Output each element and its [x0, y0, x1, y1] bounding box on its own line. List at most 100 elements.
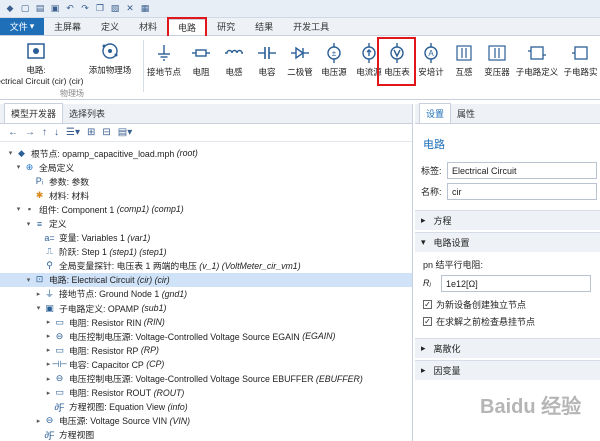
back-icon[interactable]: ←	[8, 127, 18, 138]
expand-toggle-icon[interactable]: ▸	[44, 375, 53, 383]
checkbox-create-nodes[interactable]: ✓ 为新设备创建独立节点	[415, 298, 600, 311]
section-equation[interactable]: ▸ 方程	[415, 210, 600, 230]
tree-item-equation-view-2[interactable]: ∂Ƒ 方程视图	[0, 428, 412, 441]
tree-item-probe[interactable]: ⚲ 全局变量探针: 电压表 1 两端的电压 (v_1) (VoltMeter_ci…	[0, 259, 412, 273]
tree-item-resistor-rp[interactable]: ▸ ▭ 电阻: Resistor RP (RP)	[0, 343, 412, 357]
subcircuit-definition-button[interactable]: 子电路定义	[515, 42, 559, 78]
tree-item-global-definitions[interactable]: ▾ ⊕ 全局定义	[0, 160, 412, 174]
section-discretization[interactable]: ▸ 离散化	[415, 338, 600, 358]
file-menu-button[interactable]: 文件 ▾	[0, 18, 44, 35]
move-down-icon[interactable]: ↓	[54, 127, 59, 138]
more-options-icon[interactable]: ▤▾	[118, 127, 132, 138]
tab-results[interactable]: 结果	[245, 18, 283, 35]
model-builder-panel: 模型开发器 选择列表 ← → ↑ ↓ ☰▾ ⊞ ⊟ ▤▾ ▾ ◆ 根节点: opam…	[0, 103, 413, 441]
tab-properties[interactable]: 属性	[451, 104, 481, 123]
section-circuit-settings[interactable]: ▾ 电路设置	[415, 232, 600, 252]
watermark: Baidu 经验	[480, 396, 582, 418]
tree-item-vcvs-ebuffer[interactable]: ▸ ⊖ 电压控制电压源: Voltage-Controlled Voltage So…	[0, 372, 412, 386]
voltage-source-icon: ±	[323, 42, 345, 64]
variables-icon: a=	[44, 232, 55, 243]
tab-developer[interactable]: 开发工具	[283, 18, 339, 35]
ground-icon: ⏚	[44, 289, 54, 300]
collapse-toggle-icon[interactable]: ▾	[24, 276, 33, 284]
collapse-all-icon[interactable]: ⊟	[102, 127, 110, 138]
tab-definitions[interactable]: 定义	[91, 18, 129, 35]
move-up-icon[interactable]: ↑	[42, 127, 47, 138]
tab-selection-list[interactable]: 选择列表	[63, 104, 111, 123]
tree-item-step[interactable]: ⎍ 阶跃: Step 1 (step1) (step1)	[0, 245, 412, 259]
expand-all-icon[interactable]: ⊞	[87, 127, 95, 138]
tab-settings[interactable]: 设置	[419, 103, 452, 123]
expand-toggle-icon[interactable]: ▸	[34, 290, 43, 298]
ammeter-button[interactable]: A 安培计	[414, 42, 448, 78]
collapse-toggle-icon[interactable]: ▾	[14, 163, 23, 171]
collapse-toggle-icon[interactable]: ▾	[6, 149, 15, 157]
tree-item-component[interactable]: ▾ ▪ 组件: Component 1 (comp1) (comp1)	[0, 202, 412, 216]
transformer-button[interactable]: 变压器	[480, 42, 514, 78]
copy-icon[interactable]: ❐	[94, 3, 106, 15]
section-dependent-variables[interactable]: ▸ 因变量	[415, 360, 600, 380]
tab-study[interactable]: 研究	[207, 18, 245, 35]
label-input[interactable]: Electrical Circuit	[447, 162, 597, 179]
checkbox-checked-icon[interactable]: ✓	[423, 317, 432, 326]
resistor-icon: ▭	[55, 387, 64, 398]
expand-toggle-icon[interactable]: ▸	[44, 389, 53, 397]
redo-icon[interactable]: ↷	[79, 3, 91, 15]
expand-toggle-icon[interactable]: ▸	[34, 417, 43, 425]
checkbox-check-dangling[interactable]: ✓ 在求解之前检查悬挂节点	[415, 315, 600, 328]
tree-item-parameters[interactable]: Pᵢ 参数: 参数	[0, 174, 412, 188]
definitions-icon: ≡	[36, 218, 43, 229]
pin-icon[interactable]: ▦	[139, 3, 151, 15]
tree-item-electrical-circuit[interactable]: ▾ ⊡ 电路: Electrical Circuit (cir) (cir)	[0, 272, 412, 287]
tree-item-definitions[interactable]: ▾ ≡ 定义	[0, 216, 412, 230]
tree-item-materials[interactable]: ✱ 材料: 材料	[0, 188, 412, 202]
expand-toggle-icon[interactable]: ▸	[44, 332, 53, 340]
current-source-icon	[358, 42, 380, 64]
tree-item-variables[interactable]: a= 变量: Variables 1 (var1)	[0, 231, 412, 245]
diode-button[interactable]: 二极管	[284, 42, 316, 78]
voltage-source-button[interactable]: ± 电压源	[317, 42, 351, 78]
tree-item-resistor-rin[interactable]: ▸ ▭ 电阻: Resistor RIN (RIN)	[0, 315, 412, 329]
tab-model-builder[interactable]: 模型开发器	[4, 103, 64, 123]
undo-icon[interactable]: ↶	[64, 3, 76, 15]
collapse-toggle-icon[interactable]: ▾	[34, 304, 43, 312]
new-icon[interactable]: ▢	[19, 3, 31, 15]
expand-toggle-icon[interactable]: ▸	[44, 318, 53, 326]
add-physics-button[interactable]: 添加物理场	[84, 40, 136, 76]
show-options-icon[interactable]: ☰▾	[66, 127, 80, 138]
tree-item-vcvs-egain[interactable]: ▸ ⊖ 电压控制电压源: Voltage-Controlled Voltage So…	[0, 329, 412, 343]
checkbox-checked-icon[interactable]: ✓	[423, 300, 432, 309]
name-input[interactable]: cir	[447, 183, 597, 200]
voltmeter-button[interactable]: 电压表	[381, 42, 413, 78]
tab-materials[interactable]: 材料	[129, 18, 167, 35]
collapse-toggle-icon[interactable]: ▾	[24, 220, 33, 228]
ground-node-button[interactable]: 接地节点	[144, 42, 184, 78]
expand-toggle-icon: ▸	[421, 343, 426, 353]
svg-text:A: A	[428, 49, 434, 58]
tree-item-resistor-rout[interactable]: ▸ ▭ 电阻: Resistor ROUT (ROUT)	[0, 386, 412, 400]
tree-item-ground-node[interactable]: ▸ ⏚ 接地节点: Ground Node 1 (gnd1)	[0, 287, 412, 301]
tree-item-root[interactable]: ▾ ◆ 根节点: opamp_capacitive_load.mph (root)	[0, 146, 412, 160]
tree-item-capacitor-cp[interactable]: ▸ ⊣⊢ 电容: Capacitor CP (CP)	[0, 357, 412, 371]
pn-resistance-input[interactable]: 1e12[Ω]	[441, 275, 591, 292]
collapse-toggle-icon[interactable]: ▾	[14, 205, 23, 213]
tree-item-equation-view[interactable]: ∂Ƒ 方程视图: Equation View (info)	[0, 400, 412, 414]
inductor-button[interactable]: 电感	[218, 42, 250, 78]
delete-icon[interactable]: ✕	[124, 3, 136, 15]
open-icon[interactable]: ▤	[34, 3, 46, 15]
capacitor-button[interactable]: 电容	[251, 42, 283, 78]
tree-item-voltage-source-vin[interactable]: ▸ ⊖ 电压源: Voltage Source VIN (VIN)	[0, 414, 412, 428]
resistor-button[interactable]: 电阻	[185, 42, 217, 78]
expand-toggle-icon[interactable]: ▸	[44, 346, 53, 354]
dropdown-icon: ▾	[29, 21, 35, 31]
subcircuit-instance-button[interactable]: 子电路实	[561, 42, 600, 78]
tree-item-subcircuit[interactable]: ▾ ▣ 子电路定义: OPAMP (sub1)	[0, 301, 412, 315]
circuit-physics-button[interactable]: 电路: Electrical Circuit (cir) (cir)	[0, 40, 83, 86]
save-icon[interactable]: ▣	[49, 3, 61, 15]
forward-icon[interactable]: →	[25, 127, 35, 138]
mutual-inductance-button[interactable]: 互感	[449, 42, 479, 78]
resistor-icon: ▭	[55, 316, 64, 327]
tab-home[interactable]: 主屏幕	[44, 18, 91, 35]
paste-icon[interactable]: ▧	[109, 3, 121, 15]
tab-circuit[interactable]: 电路	[167, 19, 208, 35]
